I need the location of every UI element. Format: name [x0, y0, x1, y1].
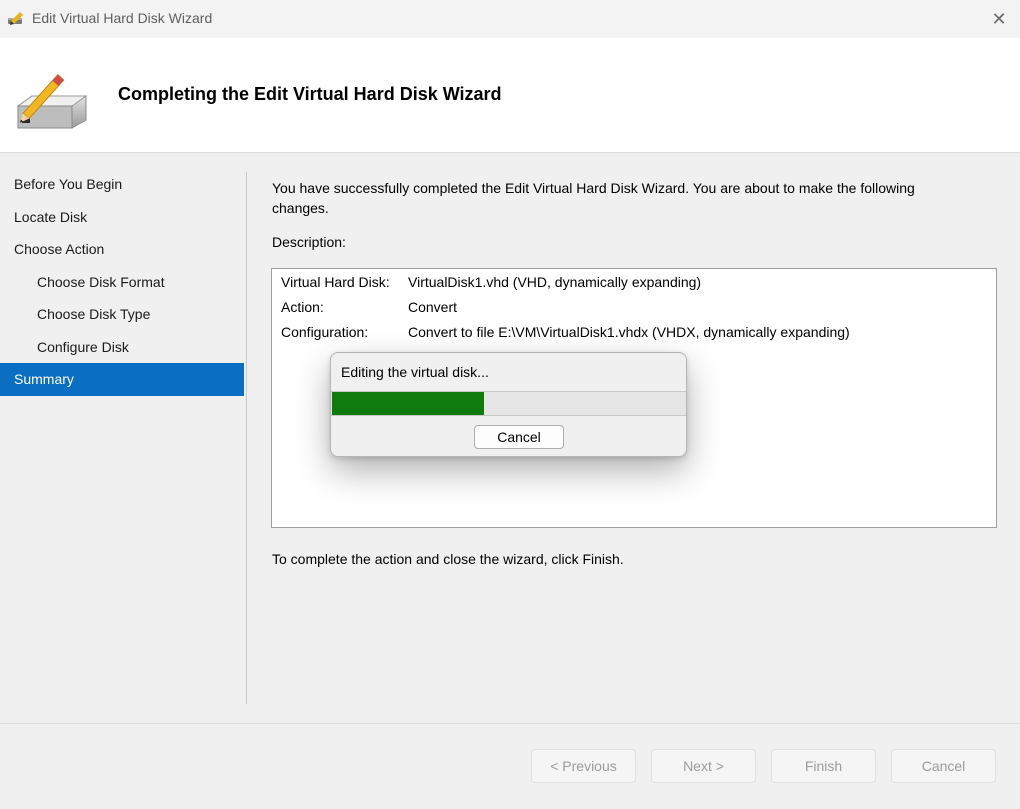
nav-item-choose-disk-type[interactable]: Choose Disk Type [0, 298, 244, 331]
progress-cancel-button[interactable]: Cancel [474, 425, 564, 449]
description-label: Description: [272, 234, 346, 250]
cancel-button[interactable]: Cancel [891, 749, 996, 783]
description-value: VirtualDisk1.vhd (VHD, dynamically expan… [408, 274, 702, 290]
window-title: Edit Virtual Hard Disk Wizard [32, 10, 213, 26]
description-value: Convert [408, 299, 458, 315]
description-key: Action: [281, 299, 324, 315]
disk-pencil-icon [16, 73, 88, 129]
progress-bar [331, 391, 686, 416]
next-button[interactable]: Next > [651, 749, 756, 783]
wizard-footer: < Previous Next > Finish Cancel [0, 723, 1020, 809]
intro-text: You have successfully completed the Edit… [272, 180, 915, 216]
description-key: Virtual Hard Disk: [281, 274, 390, 290]
nav-item-before-you-begin[interactable]: Before You Begin [0, 168, 244, 201]
progress-label: Editing the virtual disk... [341, 364, 489, 380]
wizard-header: Completing the Edit Virtual Hard Disk Wi… [0, 38, 1020, 153]
close-button[interactable]: ✕ [986, 6, 1012, 32]
previous-button[interactable]: < Previous [531, 749, 636, 783]
page-title: Completing the Edit Virtual Hard Disk Wi… [118, 84, 502, 104]
description-key: Configuration: [281, 324, 369, 340]
nav-item-choose-disk-format[interactable]: Choose Disk Format [0, 266, 244, 299]
wizard-steps-nav: Before You Begin Locate Disk Choose Acti… [0, 168, 244, 396]
nav-item-choose-action[interactable]: Choose Action [0, 233, 244, 266]
progress-dialog: Editing the virtual disk... Cancel [330, 352, 687, 457]
progress-fill [332, 392, 484, 415]
nav-divider [246, 172, 247, 704]
title-bar: Edit Virtual Hard Disk Wizard ✕ [0, 0, 1020, 38]
finish-instruction: To complete the action and close the wiz… [272, 551, 624, 567]
nav-item-summary[interactable]: Summary [0, 363, 244, 396]
nav-item-locate-disk[interactable]: Locate Disk [0, 201, 244, 234]
finish-button[interactable]: Finish [771, 749, 876, 783]
disk-pencil-icon [8, 12, 23, 25]
nav-item-configure-disk[interactable]: Configure Disk [0, 331, 244, 364]
close-icon: ✕ [991, 8, 1007, 29]
description-value: Convert to file E:\VM\VirtualDisk1.vhdx … [408, 324, 850, 340]
